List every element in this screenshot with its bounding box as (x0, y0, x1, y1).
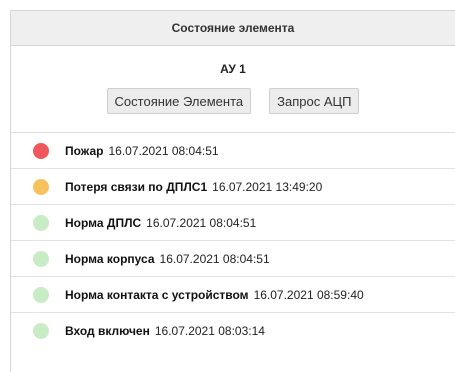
event-row: Вход включен 16.07.2021 08:03:14 (11, 313, 455, 349)
status-dot-icon (33, 178, 49, 195)
event-time: 16.07.2021 08:04:51 (146, 215, 257, 230)
event-row: Пожар 16.07.2021 08:04:51 (11, 133, 455, 169)
event-row: Норма ДПЛС 16.07.2021 08:04:51 (11, 205, 455, 241)
event-time: 16.07.2021 08:03:14 (154, 324, 265, 338)
element-state-panel: Состояние элемента АУ 1 Состояние Элемен… (10, 10, 455, 372)
status-dot-icon (33, 250, 49, 267)
event-list: Пожар 16.07.2021 08:04:51 Потеря связи п… (11, 133, 455, 349)
event-name: Вход включен (65, 324, 150, 338)
event-name: Норма ДПЛС (65, 215, 142, 230)
event-name: Потеря связи по ДПЛС1 (65, 179, 208, 194)
status-dot-icon (33, 142, 49, 159)
status-dot-icon (33, 214, 49, 231)
status-dot-icon (33, 286, 49, 303)
panel-title: Состояние элемента (171, 21, 295, 35)
action-buttons: Состояние Элемента Запрос АЦП (11, 88, 455, 114)
event-row: Норма корпуса 16.07.2021 08:04:51 (11, 241, 455, 277)
status-dot-icon (33, 323, 49, 339)
event-name: Норма корпуса (65, 251, 155, 266)
event-time: 16.07.2021 08:04:51 (108, 143, 219, 158)
device-name: АУ 1 (220, 62, 246, 76)
event-time: 16.07.2021 08:04:51 (159, 251, 270, 266)
event-time: 16.07.2021 08:59:40 (253, 287, 364, 302)
event-row: Потеря связи по ДПЛС1 16.07.2021 13:49:2… (11, 169, 455, 205)
event-name: Пожар (65, 143, 104, 158)
event-name: Норма контакта с устройством (65, 287, 249, 302)
panel-header: Состояние элемента (11, 11, 455, 46)
event-row: Норма контакта с устройством 16.07.2021 … (11, 277, 455, 313)
adc-request-button[interactable]: Запрос АЦП (269, 88, 360, 114)
element-state-button[interactable]: Состояние Элемента (106, 88, 252, 114)
event-time: 16.07.2021 13:49:20 (212, 179, 323, 194)
